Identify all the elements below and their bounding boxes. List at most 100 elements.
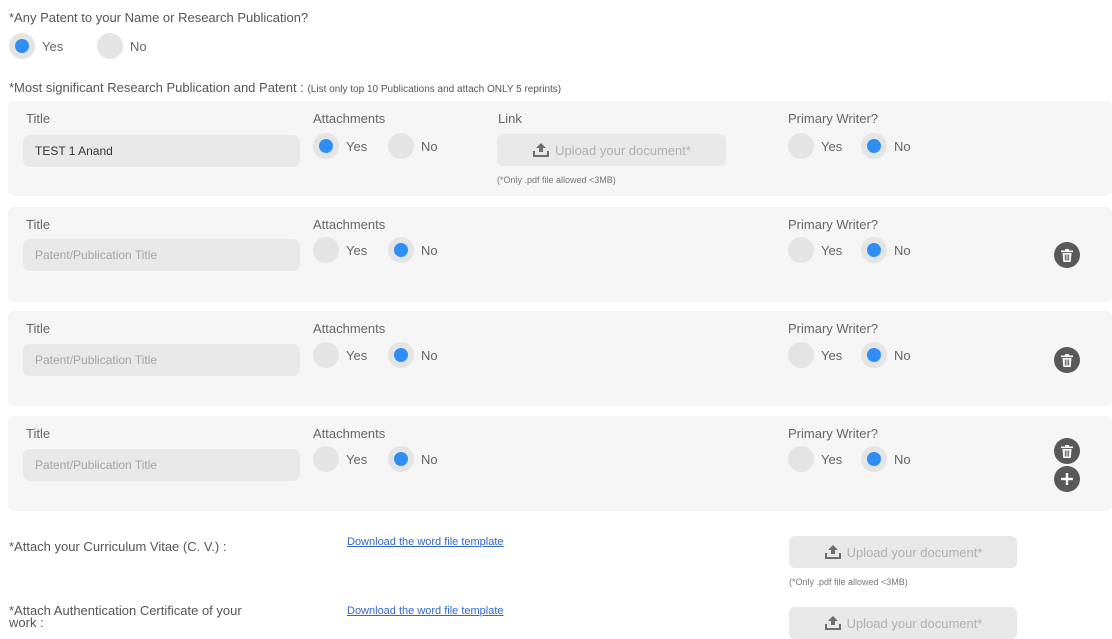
primary-writer-column-label: Primary Writer? bbox=[788, 111, 879, 126]
radio-indicator bbox=[788, 133, 814, 159]
attachments-yes-radio[interactable]: Yes bbox=[313, 237, 367, 263]
link-column-label: Link bbox=[498, 111, 522, 126]
radio-indicator bbox=[388, 446, 414, 472]
radio-label: No bbox=[894, 347, 911, 363]
primary-writer-column-label: Primary Writer? bbox=[788, 321, 879, 336]
primary-writer-column-label: Primary Writer? bbox=[788, 217, 879, 232]
cv-label: *Attach your Curriculum Vitae (C. V.) : bbox=[9, 539, 227, 554]
upload-label: Upload your document* bbox=[846, 615, 983, 631]
radio-label: Yes bbox=[346, 451, 368, 467]
upload-label: Upload your document* bbox=[555, 142, 691, 158]
radio-label: Yes bbox=[821, 242, 843, 258]
primary-writer-yes-radio[interactable]: Yes bbox=[788, 133, 842, 159]
radio-label: Yes bbox=[821, 138, 843, 154]
publications-section-label: *Most significant Research Publication a… bbox=[9, 80, 561, 95]
attachments-column-label: Attachments bbox=[313, 217, 386, 232]
radio-label: No bbox=[421, 347, 438, 363]
title-column-label: Title bbox=[26, 426, 51, 441]
radio-label: Yes bbox=[346, 138, 368, 154]
attachments-no-radio[interactable]: No bbox=[388, 133, 438, 159]
radio-label: Yes bbox=[821, 347, 843, 363]
radio-label: No bbox=[894, 242, 911, 258]
primary-writer-no-radio[interactable]: No bbox=[861, 133, 911, 159]
upload-icon bbox=[533, 143, 550, 157]
primary-writer-no-radio[interactable]: No bbox=[861, 342, 911, 368]
radio-indicator bbox=[97, 33, 123, 59]
auth-upload-button[interactable]: Upload your document* bbox=[789, 607, 1017, 639]
radio-label: Yes bbox=[346, 347, 368, 363]
attachments-column-label: Attachments bbox=[313, 321, 386, 336]
cv-download-template-link[interactable]: Download the word file template bbox=[347, 536, 504, 548]
patent-question-label: *Any Patent to your Name or Research Pub… bbox=[9, 10, 309, 25]
publication-title-input[interactable] bbox=[23, 135, 300, 167]
upload-icon bbox=[824, 545, 841, 559]
attachments-yes-radio[interactable]: Yes bbox=[313, 446, 367, 472]
patent-no-radio[interactable]: No bbox=[97, 33, 147, 59]
radio-indicator bbox=[861, 446, 887, 472]
patent-yes-radio[interactable]: Yes bbox=[9, 33, 63, 59]
radio-label: No bbox=[130, 38, 147, 54]
primary-writer-yes-radio[interactable]: Yes bbox=[788, 342, 842, 368]
attachments-column-label: Attachments bbox=[313, 426, 386, 441]
attachments-no-radio[interactable]: No bbox=[388, 237, 438, 263]
radio-indicator bbox=[313, 342, 339, 368]
attachments-yes-radio[interactable]: Yes bbox=[313, 342, 367, 368]
primary-writer-column-label: Primary Writer? bbox=[788, 426, 879, 441]
radio-indicator bbox=[388, 237, 414, 263]
attachments-yes-radio[interactable]: Yes bbox=[313, 133, 367, 159]
radio-indicator bbox=[861, 237, 887, 263]
attachments-no-radio[interactable]: No bbox=[388, 342, 438, 368]
radio-indicator bbox=[313, 237, 339, 263]
radio-indicator bbox=[788, 342, 814, 368]
add-row-button[interactable] bbox=[1054, 466, 1080, 492]
radio-label: No bbox=[421, 451, 438, 467]
radio-label: No bbox=[894, 138, 911, 154]
publication-title-input[interactable] bbox=[23, 449, 300, 481]
auth-certificate-label: *Attach Authentication Certificate of yo… bbox=[9, 604, 242, 630]
radio-indicator bbox=[388, 133, 414, 159]
radio-indicator bbox=[788, 237, 814, 263]
publication-row-4: Title Attachments Yes No Primary Writer?… bbox=[8, 416, 1112, 511]
title-column-label: Title bbox=[26, 111, 51, 126]
primary-writer-no-radio[interactable]: No bbox=[861, 446, 911, 472]
primary-writer-yes-radio[interactable]: Yes bbox=[788, 446, 842, 472]
trash-icon bbox=[1061, 353, 1073, 367]
primary-writer-no-radio[interactable]: No bbox=[861, 237, 911, 263]
radio-label: Yes bbox=[42, 38, 64, 54]
radio-indicator bbox=[861, 342, 887, 368]
radio-indicator bbox=[313, 133, 339, 159]
upload-label: Upload your document* bbox=[846, 544, 983, 560]
radio-indicator bbox=[313, 446, 339, 472]
publication-title-input[interactable] bbox=[23, 239, 300, 271]
upload-document-button[interactable]: Upload your document* bbox=[497, 134, 726, 166]
trash-icon bbox=[1061, 444, 1073, 458]
publication-title-input[interactable] bbox=[23, 344, 300, 376]
primary-writer-yes-radio[interactable]: Yes bbox=[788, 237, 842, 263]
cv-upload-hint: (*Only .pdf file allowed <3MB) bbox=[789, 577, 908, 587]
trash-icon bbox=[1061, 248, 1073, 262]
radio-label: Yes bbox=[821, 451, 843, 467]
publication-row-1: Title Attachments Yes No Link Upload you… bbox=[8, 101, 1112, 196]
attachments-no-radio[interactable]: No bbox=[388, 446, 438, 472]
radio-label: No bbox=[421, 242, 438, 258]
plus-icon bbox=[1061, 473, 1073, 485]
publication-row-2: Title Attachments Yes No Primary Writer?… bbox=[8, 207, 1112, 302]
auth-download-template-link[interactable]: Download the word file template bbox=[347, 605, 504, 617]
delete-row-button[interactable] bbox=[1054, 438, 1080, 464]
delete-row-button[interactable] bbox=[1054, 347, 1080, 373]
upload-hint: (*Only .pdf file allowed <3MB) bbox=[497, 175, 616, 185]
title-column-label: Title bbox=[26, 217, 51, 232]
radio-indicator bbox=[9, 33, 35, 59]
radio-label: No bbox=[421, 138, 438, 154]
cv-upload-button[interactable]: Upload your document* bbox=[789, 536, 1017, 568]
radio-label: Yes bbox=[346, 242, 368, 258]
radio-indicator bbox=[788, 446, 814, 472]
delete-row-button[interactable] bbox=[1054, 242, 1080, 268]
radio-indicator bbox=[388, 342, 414, 368]
upload-icon bbox=[824, 616, 841, 630]
radio-indicator bbox=[861, 133, 887, 159]
title-column-label: Title bbox=[26, 321, 51, 336]
attachments-column-label: Attachments bbox=[313, 111, 386, 126]
radio-label: No bbox=[894, 451, 911, 467]
auth-label-line2: work : bbox=[9, 615, 44, 630]
